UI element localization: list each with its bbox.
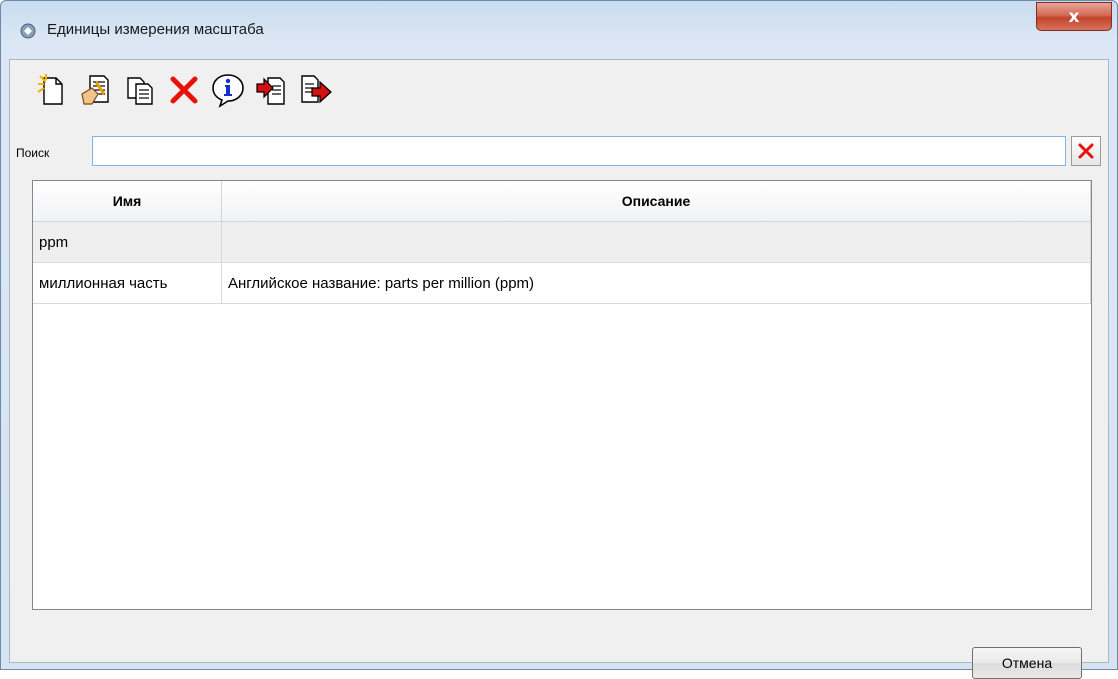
table-row[interactable]: ppm: [33, 222, 1091, 263]
delete-button[interactable]: [164, 70, 204, 110]
edit-button[interactable]: [76, 70, 116, 110]
clear-search-button[interactable]: [1071, 136, 1101, 166]
new-document-icon: [37, 74, 63, 105]
app-icon: [19, 22, 37, 40]
import-button[interactable]: [252, 70, 292, 110]
delete-icon: [170, 76, 198, 104]
table-row[interactable]: миллионная часть Английское название: pa…: [33, 263, 1091, 304]
import-icon: [256, 77, 285, 105]
copy-button[interactable]: [120, 70, 160, 110]
info-button[interactable]: [208, 70, 248, 110]
cell-description: [222, 222, 1091, 262]
copy-icon: [127, 77, 153, 105]
title-bar[interactable]: Единицы измерения масштаба x: [1, 1, 1117, 59]
toolbar: [32, 70, 336, 110]
info-icon: [212, 74, 244, 108]
cancel-button[interactable]: Отмена: [972, 647, 1082, 679]
export-icon: [301, 75, 332, 104]
column-header-description[interactable]: Описание: [222, 181, 1091, 221]
search-input[interactable]: [92, 136, 1066, 166]
clear-icon: [1078, 143, 1094, 159]
dialog-window: Единицы измерения масштаба x Поиск Имя О…: [0, 0, 1118, 679]
edit-document-icon: [81, 75, 109, 105]
search-label: Поиск: [16, 146, 50, 160]
new-button[interactable]: [32, 70, 72, 110]
close-icon: x: [1068, 6, 1080, 27]
column-header-name[interactable]: Имя: [33, 181, 222, 221]
close-button[interactable]: x: [1036, 2, 1112, 31]
cell-name: ppm: [33, 222, 222, 262]
export-button[interactable]: [296, 70, 336, 110]
window-title: Единицы измерения масштаба: [47, 21, 264, 38]
dialog-client-area: Поиск Имя Описание ppm миллионная часть …: [9, 59, 1109, 663]
cell-description: Английское название: parts per million (…: [222, 263, 1091, 303]
table-header: Имя Описание: [33, 181, 1091, 222]
cell-name: миллионная часть: [33, 263, 222, 303]
units-table[interactable]: Имя Описание ppm миллионная часть Англий…: [32, 180, 1092, 610]
